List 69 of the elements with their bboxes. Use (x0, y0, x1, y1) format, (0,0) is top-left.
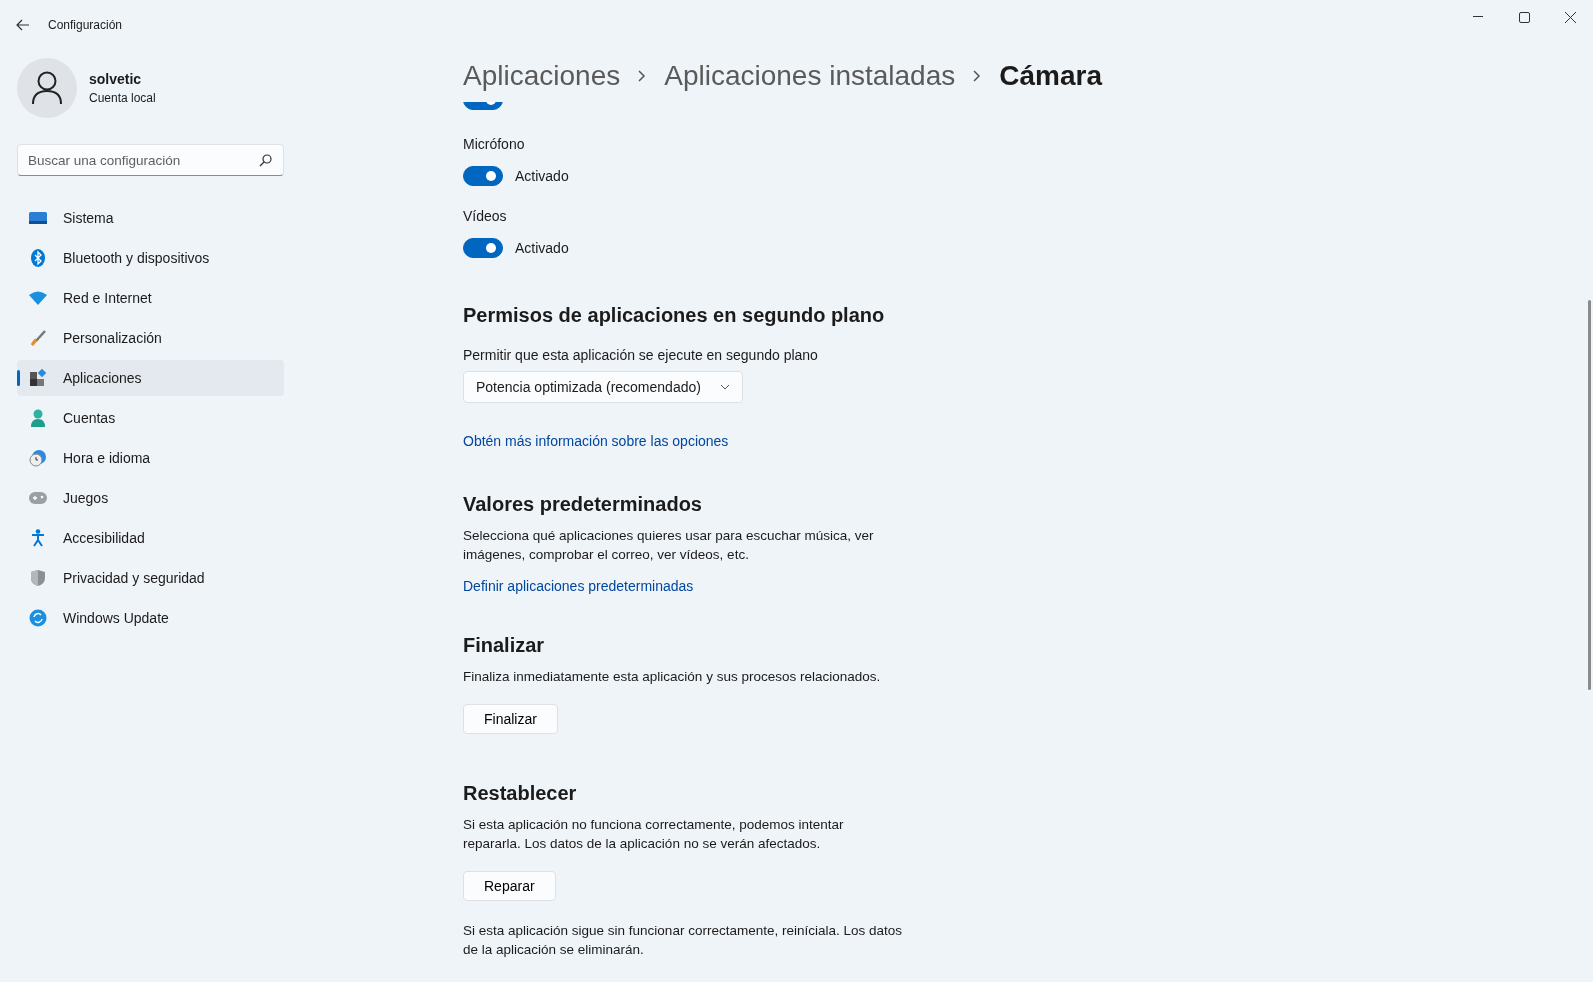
dropdown-label: Permitir que esta aplicación se ejecute en segundo plano (463, 347, 819, 363)
sidebar-label: Personalización (63, 330, 162, 346)
power-dropdown[interactable]: Potencia optimizada (recomendado) (463, 371, 743, 403)
defaults-link[interactable]: Definir aplicaciones predeterminadas (463, 578, 694, 594)
wifi-icon (29, 291, 47, 305)
repair-button[interactable]: Reparar (463, 871, 556, 901)
sidebar-label: Windows Update (63, 610, 169, 626)
sidebar-item[interactable]: Accesibilidad (17, 520, 284, 556)
sidebar-item[interactable]: Hora e idioma (17, 440, 284, 476)
monitor-icon (29, 211, 47, 225)
sidebar-item[interactable]: Cuentas (17, 400, 284, 436)
permission-label: Micrófono (463, 136, 526, 152)
section-description: Si esta aplicación no funciona correctamente, podemos intentar repararla. Los datos de la aplicación no se verán afectados. (463, 816, 845, 853)
sidebar-item[interactable]: Red e Internet (17, 280, 284, 316)
info-link[interactable]: Obtén más información sobre las opciones (463, 433, 729, 449)
toggle-state: Activado (515, 240, 569, 256)
scrollbar[interactable] (1588, 300, 1591, 690)
toggle-state: Activado (515, 168, 569, 184)
section-description: Finaliza inmediatamente esta aplicación y sus procesos relacionados. (463, 668, 882, 686)
sidebar-item[interactable]: Aplicaciones (17, 360, 284, 396)
section-heading: Restablecer (463, 782, 578, 805)
sidebar-item[interactable]: Sistema (17, 200, 284, 236)
clock-icon (29, 449, 47, 467)
window-title: Configuración (48, 18, 123, 32)
sidebar-label: Red e Internet (63, 290, 152, 306)
breadcrumb-item[interactable]: Aplicaciones (463, 60, 621, 92)
user-name: solvetic (89, 71, 143, 87)
sidebar-label: Privacidad y seguridad (63, 570, 205, 586)
bluetooth-icon (29, 249, 47, 267)
sidebar-label: Sistema (63, 210, 114, 226)
chevron-icon (973, 70, 982, 82)
sidebar-item[interactable]: Bluetooth y dispositivos (17, 240, 284, 276)
gamepad-icon (29, 492, 47, 504)
accessibility-icon (29, 529, 47, 547)
sync-icon (29, 609, 47, 627)
section-description: Selecciona qué aplicaciones quieres usar para escuchar música, ver imágenes, comprobar el correo, ver vídeos, etc. (463, 527, 875, 564)
sidebar-item[interactable]: Privacidad y seguridad (17, 560, 284, 596)
account-type: Cuenta local (89, 91, 156, 105)
section-heading: Valores predeterminados (463, 493, 703, 516)
shield-icon (29, 569, 47, 587)
sidebar-label: Juegos (63, 490, 109, 506)
toggle-switch[interactable] (463, 238, 503, 258)
breadcrumb-item: Cámara (999, 60, 1102, 92)
section-heading: Permisos de aplicaciones en segundo plano (463, 304, 886, 327)
sidebar-item[interactable]: Personalización (17, 320, 284, 356)
sidebar-label: Bluetooth y dispositivos (63, 250, 210, 266)
sidebar-label: Hora e idioma (63, 450, 151, 466)
chevron-icon (638, 70, 647, 82)
brush-icon (29, 330, 47, 346)
sidebar-label: Accesibilidad (63, 530, 145, 546)
chevron-down-icon (720, 384, 730, 390)
maximize-icon (1518, 11, 1530, 23)
section-heading: Finalizar (463, 634, 546, 657)
breadcrumb-item[interactable]: Aplicaciones instaladas (664, 60, 956, 92)
toggle-switch[interactable] (463, 166, 503, 186)
close-icon (1564, 11, 1576, 23)
reset-note: Si esta aplicación sigue sin funcionar correctamente, reiníciala. Los datos de la aplicación se eliminarán. (463, 922, 903, 959)
search-icon (259, 154, 272, 167)
minimize-icon (1473, 16, 1483, 18)
search-field[interactable]: Buscar una configuración (17, 144, 284, 176)
sidebar-item[interactable]: Windows Update (17, 600, 284, 636)
person-icon (29, 409, 47, 427)
terminate-button[interactable]: Finalizar (463, 704, 558, 734)
sidebar-label: Aplicaciones (63, 370, 142, 386)
sidebar-item[interactable]: Juegos (17, 480, 284, 516)
sidebar-label: Cuentas (63, 410, 116, 426)
apps-icon (29, 369, 47, 387)
back-arrow-icon[interactable] (16, 19, 30, 31)
permission-label: Vídeos (463, 208, 508, 224)
